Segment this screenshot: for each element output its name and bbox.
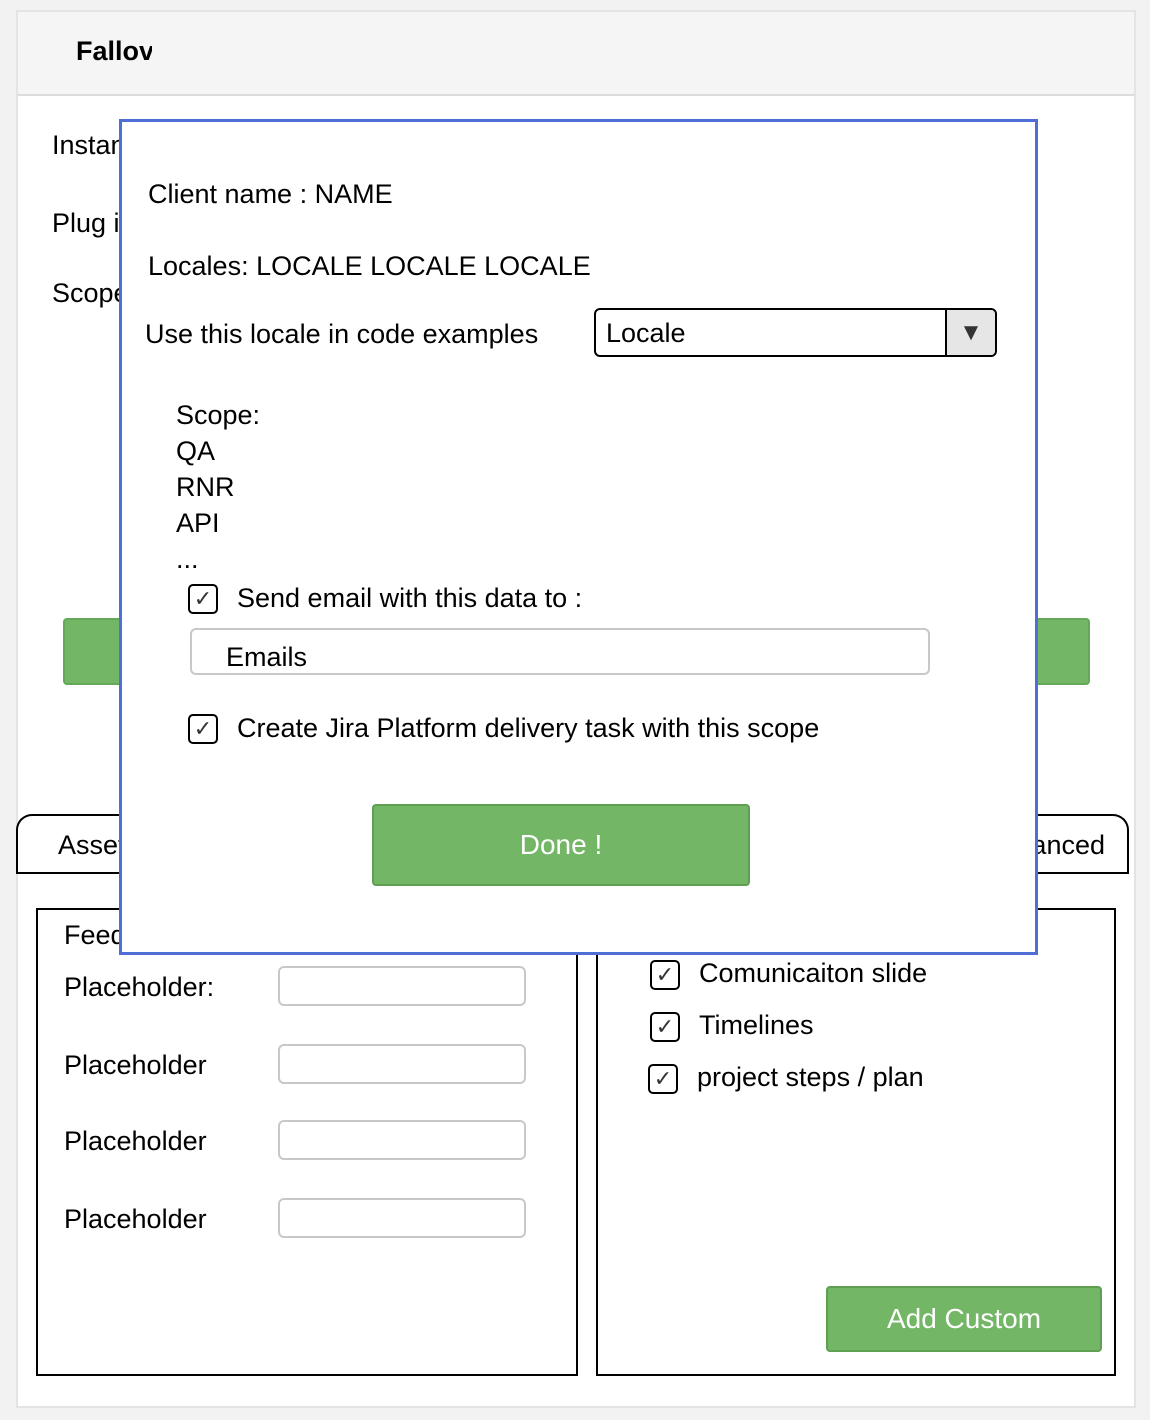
placeholder-input-4[interactable] (278, 1198, 526, 1238)
send-email-label: Send email with this data to : (237, 583, 583, 613)
add-custom-button[interactable]: Add Custom (826, 1286, 1102, 1352)
timelines-label: Timelines (699, 1010, 814, 1040)
project-steps-label: project steps / plan (697, 1062, 924, 1092)
checkbox-timelines[interactable]: ✓ (650, 1012, 680, 1042)
locale-select-value: Locale (606, 318, 686, 348)
checkbox-communication-slide[interactable]: ✓ (650, 960, 680, 990)
locales-text: Locales: LOCALE LOCALE LOCALE (148, 251, 591, 281)
create-jira-checkbox[interactable]: ✓ (188, 714, 218, 744)
emails-input[interactable]: Emails (190, 628, 930, 675)
scope-item-api: API (176, 508, 220, 538)
client-name-text: Client name : NAME (148, 179, 393, 209)
checkmark-icon: ✓ (193, 586, 213, 611)
placeholder-input-2[interactable] (278, 1044, 526, 1084)
checkbox-project-steps[interactable]: ✓ (648, 1064, 678, 1094)
placeholder-label-2: Placeholder (64, 1050, 207, 1080)
chevron-down-icon[interactable]: ▼ (945, 310, 995, 355)
placeholder-label-3: Placeholder (64, 1126, 207, 1156)
placeholder-label-1: Placeholder: (64, 972, 215, 1002)
emails-input-value: Emails (226, 642, 308, 672)
page-title: Fallover (76, 36, 152, 66)
send-email-checkbox[interactable]: ✓ (188, 584, 218, 614)
scope-item-qa: QA (176, 436, 216, 466)
checkmark-icon: ✓ (653, 1066, 673, 1091)
locale-prompt-label: Use this locale in code examples (145, 319, 539, 349)
checkmark-icon: ✓ (193, 716, 213, 741)
placeholder-input-1[interactable] (278, 966, 526, 1006)
locale-select[interactable]: Locale ▼ (594, 308, 997, 357)
checkmark-icon: ✓ (655, 1014, 675, 1039)
checkmark-icon: ✓ (655, 962, 675, 987)
placeholder-label-4: Placeholder (64, 1204, 207, 1234)
scope-item-rnr: RNR (176, 472, 235, 502)
header-bar (18, 12, 1134, 96)
communication-slide-label: Comunicaiton slide (699, 958, 928, 988)
create-jira-label: Create Jira Platform delivery task with … (237, 713, 820, 743)
scope-label: Scope (52, 278, 129, 308)
scope-item-more: ... (176, 544, 199, 574)
placeholder-input-3[interactable] (278, 1120, 526, 1160)
scope-title: Scope: (176, 400, 261, 430)
done-button[interactable]: Done ! (372, 804, 750, 886)
